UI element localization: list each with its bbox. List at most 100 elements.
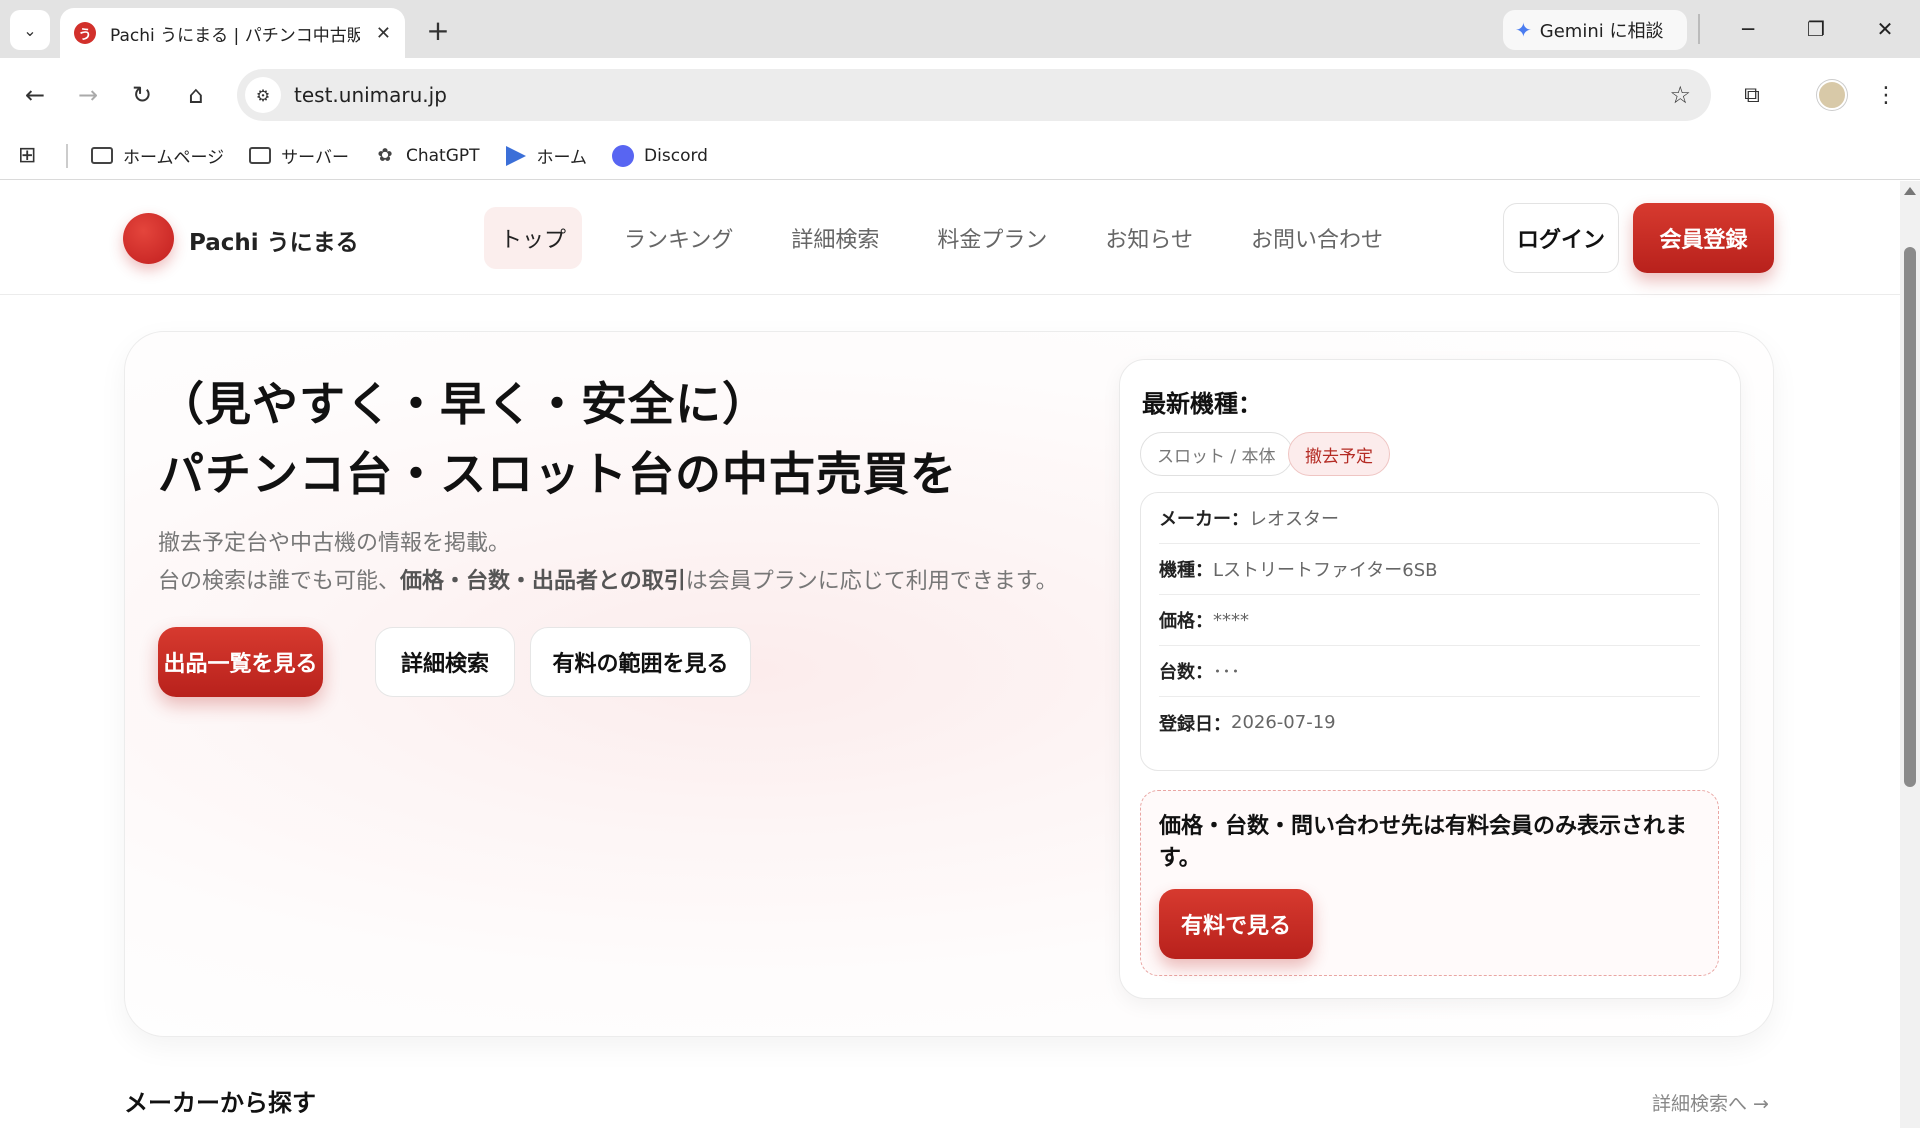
login-button[interactable]: ログイン bbox=[1503, 203, 1619, 273]
hero-title-line2: パチンコ台・スロット台の中古売買を bbox=[158, 447, 957, 501]
folder-icon bbox=[248, 146, 272, 166]
site-logo-text[interactable]: Pachi うにまる bbox=[189, 223, 359, 257]
close-window-button[interactable]: ✕ bbox=[1865, 14, 1905, 44]
bookmark-label: サーバー bbox=[281, 148, 349, 168]
new-tab-button[interactable]: + bbox=[420, 12, 456, 48]
spec-value: レオスター bbox=[1249, 509, 1339, 530]
gemini-sparkle-icon: ✦ bbox=[1515, 18, 1532, 42]
nav-news[interactable]: お知らせ bbox=[1089, 207, 1209, 269]
site-settings-icon[interactable]: ⚙ bbox=[245, 77, 281, 113]
spec-key: 登録日： bbox=[1159, 713, 1231, 735]
extensions-button[interactable]: ⧉ bbox=[1732, 75, 1772, 115]
apps-grid-icon[interactable]: ⊞ bbox=[18, 143, 48, 168]
spec-table: メーカー： レオスター 機種： Lストリートファイター6SB 価格： **** 台数：… bbox=[1140, 492, 1719, 771]
arrow-right-icon: → bbox=[77, 81, 99, 109]
spec-value: Lストリートファイター6SB bbox=[1213, 560, 1438, 581]
nav-top[interactable]: トップ bbox=[484, 207, 583, 269]
page-scrollbar[interactable] bbox=[1900, 181, 1920, 1128]
folder-icon bbox=[90, 146, 114, 166]
bookmarks-bar: ⊞ ホームページ サーバー ✿ ChatGPT ホーム Discord bbox=[0, 132, 1920, 180]
restore-button[interactable]: ❐ bbox=[1796, 14, 1836, 44]
browser-tab-bar: ⌄ う Pachi うにまる | パチンコ中古販売・ ✕ + ✦ Gemini … bbox=[0, 0, 1920, 58]
view-paid-scope-button[interactable]: 有料の範囲を見る bbox=[530, 627, 751, 697]
chevron-down-icon: ⌄ bbox=[23, 20, 37, 40]
tab-search-button[interactable]: ⌄ bbox=[10, 10, 50, 50]
bookmark-label: ChatGPT bbox=[406, 145, 480, 166]
bookmark-server[interactable]: サーバー bbox=[248, 143, 349, 168]
hero-title-line1: （見やすく・早く・安全に） bbox=[158, 377, 769, 431]
chatgpt-icon: ✿ bbox=[377, 145, 393, 166]
card-title: 最新機種： bbox=[1142, 390, 1262, 418]
minimize-icon: ─ bbox=[1741, 17, 1755, 41]
page-viewport: Pachi うにまる トップ ランキング 詳細検索 料金プラン お知らせ お問い… bbox=[0, 181, 1900, 1128]
hero-section: （見やすく・早く・安全に） パチンコ台・スロット台の中古売買を 撤去予定台や中古… bbox=[124, 331, 1774, 1037]
spec-key: 台数： bbox=[1159, 662, 1213, 683]
tab-title: Pachi うにまる | パチンコ中古販売・ bbox=[110, 25, 360, 46]
advanced-search-link[interactable]: 詳細検索へ → bbox=[1652, 1089, 1769, 1116]
divider bbox=[66, 143, 68, 168]
home-button[interactable]: ⌂ bbox=[176, 75, 216, 115]
scroll-up-arrow-icon[interactable] bbox=[1904, 187, 1916, 195]
bookmark-label: ホームページ bbox=[123, 148, 225, 168]
gemini-button[interactable]: ✦ Gemini に相談 bbox=[1503, 10, 1687, 50]
back-button[interactable]: ← bbox=[15, 75, 55, 115]
avatar bbox=[1817, 80, 1847, 110]
nav-ranking[interactable]: ランキング bbox=[608, 207, 749, 269]
register-button[interactable]: 会員登録 bbox=[1633, 203, 1774, 273]
spec-row-registered-date: 登録日： 2026-07-19 bbox=[1159, 697, 1700, 748]
spec-row-model: 機種： Lストリートファイター6SB bbox=[1159, 544, 1700, 595]
close-icon[interactable]: ✕ bbox=[376, 23, 391, 44]
browser-tab-active[interactable]: う Pachi うにまる | パチンコ中古販売・ ✕ bbox=[60, 8, 405, 58]
view-listings-button[interactable]: 出品一覧を見る bbox=[158, 627, 323, 697]
site-header: Pachi うにまる トップ ランキング 詳細検索 料金プラン お知らせ お問い… bbox=[0, 181, 1900, 295]
desc-bold-text: 価格・台数・出品者との取引 bbox=[400, 569, 686, 594]
hero-description-line1: 撤去予定台や中古機の情報を掲載。 bbox=[158, 531, 511, 556]
spec-value: 2026-07-19 bbox=[1231, 712, 1336, 733]
forward-button[interactable]: → bbox=[68, 75, 108, 115]
nav-advanced-search[interactable]: 詳細検索 bbox=[775, 207, 895, 269]
section-title-makers: メーカーから探す bbox=[124, 1089, 316, 1117]
type-chip: スロット / 本体 bbox=[1140, 432, 1293, 476]
bookmark-star-icon[interactable]: ☆ bbox=[1669, 81, 1691, 109]
spec-row-maker: メーカー： レオスター bbox=[1159, 493, 1700, 544]
view-paid-button[interactable]: 有料で見る bbox=[1159, 889, 1313, 959]
advanced-search-button[interactable]: 詳細検索 bbox=[375, 627, 515, 697]
spec-row-price: 価格： **** bbox=[1159, 595, 1700, 646]
spec-value: ･･･ bbox=[1213, 662, 1240, 683]
hero-description-line2: 台の検索は誰でも可能、価格・台数・出品者との取引は会員プランに応じて利用できます… bbox=[158, 563, 1058, 595]
bookmark-label: Discord bbox=[644, 145, 708, 166]
spec-key: 機種： bbox=[1159, 560, 1213, 581]
home-icon: ⌂ bbox=[188, 81, 204, 109]
minimize-button[interactable]: ─ bbox=[1728, 14, 1768, 44]
nav-contact[interactable]: お問い合わせ bbox=[1235, 207, 1399, 269]
spec-key: 価格： bbox=[1159, 611, 1213, 632]
bookmark-home[interactable]: ホーム bbox=[504, 143, 588, 168]
spec-row-quantity: 台数： ･･･ bbox=[1159, 646, 1700, 697]
spec-key: メーカー： bbox=[1159, 509, 1249, 530]
home-triangle-icon bbox=[504, 145, 528, 166]
bookmark-homepage[interactable]: ホームページ bbox=[90, 143, 224, 168]
reload-icon: ↻ bbox=[131, 81, 153, 109]
divider bbox=[1698, 14, 1700, 44]
browser-toolbar: ← → ↻ ⌂ ⚙ test.unimaru.jp ☆ ⧉ ⋮ bbox=[0, 58, 1920, 132]
bookmark-label: ホーム bbox=[536, 148, 588, 168]
reload-button[interactable]: ↻ bbox=[122, 75, 162, 115]
bookmark-discord[interactable]: Discord bbox=[611, 144, 708, 167]
status-badge: 撤去予定 bbox=[1288, 432, 1390, 476]
discord-icon bbox=[611, 144, 635, 167]
nav-pricing[interactable]: 料金プラン bbox=[921, 207, 1063, 269]
main-nav: トップ ランキング 詳細検索 料金プラン お知らせ お問い合わせ bbox=[484, 207, 1425, 269]
site-favicon-icon: う bbox=[74, 22, 96, 44]
url-text[interactable]: test.unimaru.jp bbox=[294, 83, 447, 107]
menu-button[interactable]: ⋮ bbox=[1866, 75, 1906, 115]
close-icon: ✕ bbox=[1876, 17, 1894, 41]
address-bar[interactable]: ⚙ test.unimaru.jp ☆ bbox=[237, 69, 1711, 121]
logo-icon[interactable] bbox=[123, 213, 174, 264]
plus-icon: + bbox=[426, 13, 450, 47]
puzzle-icon: ⧉ bbox=[1744, 82, 1760, 108]
bookmark-chatgpt[interactable]: ✿ ChatGPT bbox=[373, 145, 480, 166]
scrollbar-thumb[interactable] bbox=[1904, 247, 1916, 787]
gemini-label: Gemini に相談 bbox=[1539, 21, 1664, 42]
spec-value: **** bbox=[1213, 609, 1249, 631]
profile-button[interactable] bbox=[1812, 75, 1852, 115]
